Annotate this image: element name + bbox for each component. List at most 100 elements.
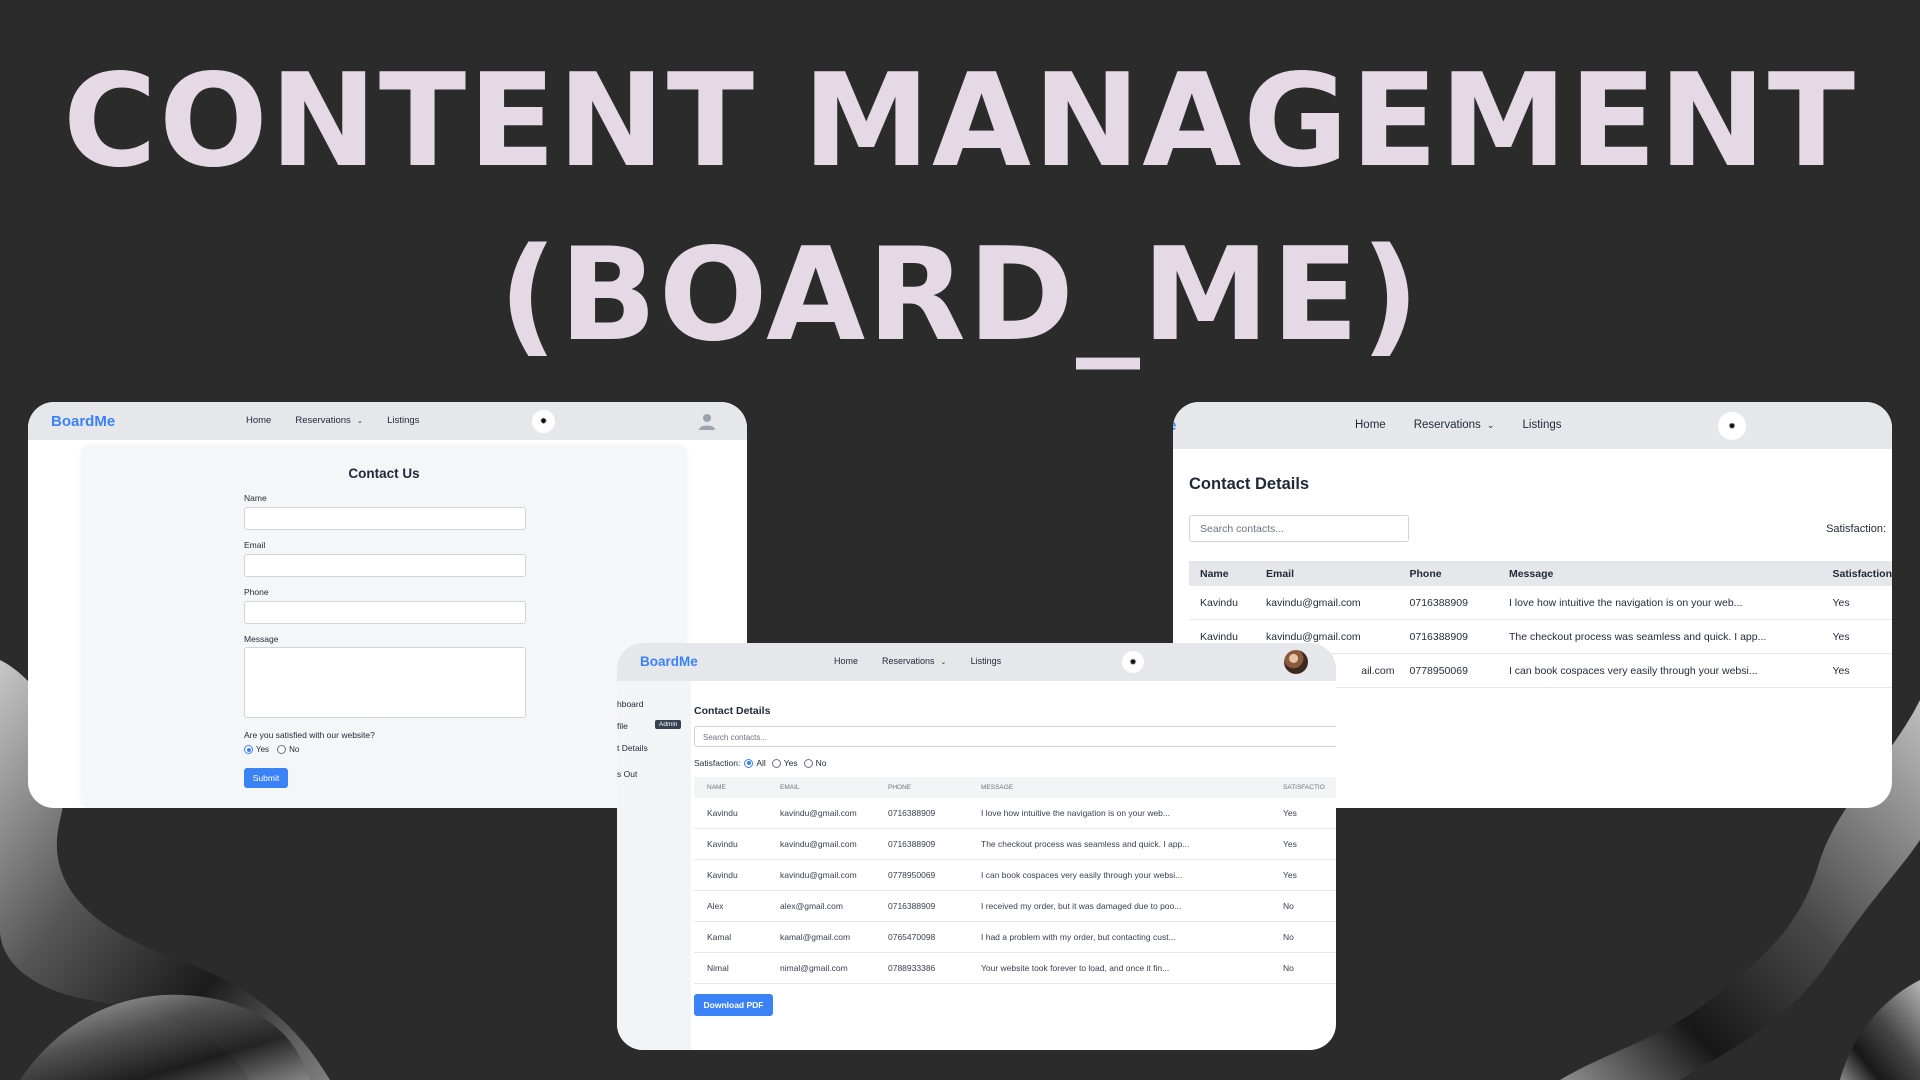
radio-no-label: No [289, 745, 300, 754]
search-input[interactable]: Search contacts... [1189, 515, 1409, 542]
radio-unchecked-icon [803, 758, 813, 768]
brand-logo[interactable]: BoardMe [640, 654, 698, 669]
nav-listings[interactable]: Listings [1523, 419, 1562, 431]
chevron-down-icon: ⌄ [1486, 420, 1495, 430]
filter-all[interactable]: All [744, 758, 766, 768]
nav-listings[interactable]: Listings [971, 656, 1002, 666]
user-icon[interactable] [698, 412, 716, 430]
submit-button[interactable]: Submit [244, 768, 288, 788]
cell-email: kamal@gmail.com [767, 921, 875, 953]
radio-checked-icon [244, 745, 253, 754]
filter-no[interactable]: No [803, 758, 827, 768]
cell-phone: 0716388909 [1398, 619, 1498, 654]
nav-reservations[interactable]: Reservations ⌄ [1414, 419, 1495, 431]
chevron-down-icon: ⌄ [356, 416, 364, 425]
nav-home[interactable]: Home [1355, 419, 1386, 431]
radio-no[interactable]: No [277, 745, 299, 754]
cell-message: I had a problem with my order, but conta… [968, 921, 1270, 953]
column-header: EMAIL [767, 777, 875, 798]
cell-satisfaction: Yes [1270, 828, 1336, 860]
nav-home[interactable]: Home [246, 415, 271, 426]
column-header: Phone [1398, 561, 1498, 586]
nav-listings[interactable]: Listings [387, 415, 419, 426]
column-header: SATISFACTIO [1270, 777, 1336, 798]
admin-badge: Admin [655, 720, 682, 729]
hero-title-line2: (BOARD_ME) [498, 221, 1422, 370]
column-header: NAME [694, 777, 767, 798]
brand-logo[interactable]: e [1173, 417, 1176, 434]
cell-message: I received my order, but it was damaged … [968, 890, 1270, 922]
column-header: Name [1189, 561, 1255, 586]
cell-name: Kavindu [694, 798, 767, 829]
message-label: Message [244, 634, 279, 644]
hero-title-line1: CONTENT MANAGEMENT [63, 47, 1857, 196]
satisfaction-question: Are you satisfied with our website? [244, 730, 375, 740]
table-row[interactable]: Kavindu kavindu@gmail.com 0716388909 I l… [1189, 586, 1892, 620]
table-row[interactable]: Alex alex@gmail.com 0716388909 I received m… [694, 890, 1336, 922]
radio-checked-icon [744, 758, 754, 768]
cell-satisfaction: Yes [1821, 586, 1892, 620]
sidebar-item-profile[interactable]: file [617, 721, 628, 731]
table-row[interactable]: Kamal kamal@gmail.com 0765470098 I had a pr… [694, 921, 1336, 953]
cell-satisfaction: Yes [1821, 653, 1892, 688]
cell-email: kavindu@gmail.com [1254, 586, 1399, 620]
theme-toggle-sun-icon[interactable]: ✹ [1122, 651, 1144, 673]
cell-phone: 0778950069 [875, 859, 968, 891]
phone-field[interactable] [244, 601, 526, 624]
email-field[interactable] [244, 554, 526, 577]
column-header: MESSAGE [968, 777, 1270, 798]
cell-phone: 0716388909 [1398, 586, 1498, 620]
cell-name: Kavindu [694, 828, 767, 860]
name-field[interactable] [244, 507, 526, 530]
filter-all-label: All [756, 758, 766, 768]
navbar: BoardMe Home Reservations ⌄ Listings ✹ [617, 643, 1336, 681]
chevron-down-icon: ⌄ [940, 657, 947, 666]
column-header: Satisfaction [1821, 561, 1892, 586]
nav-reservations-label: Reservations [1413, 419, 1481, 431]
nav-reservations[interactable]: Reservations ⌄ [295, 415, 363, 426]
cell-email: kavindu@gmail.com [767, 859, 875, 891]
download-pdf-button[interactable]: Download PDF [694, 994, 773, 1016]
sidebar-item-contact-details[interactable]: t Details [617, 743, 648, 753]
nav-reservations-label: Reservations [882, 656, 935, 666]
nav-links: Home Reservations ⌄ Listings [1355, 419, 1590, 431]
cell-phone: 0765470098 [875, 921, 968, 953]
radio-yes[interactable]: Yes [244, 745, 269, 754]
satisfaction-filter: Satisfaction: All Yes No [694, 758, 835, 768]
cell-message: I can book cospaces very easily through … [1497, 653, 1822, 688]
table-row[interactable]: Kavindu kavindu@gmail.com 0778950069 I can … [694, 859, 1336, 891]
table-row[interactable]: Kavindu kavindu@gmail.com 0716388909 The ch… [694, 828, 1336, 860]
page-title: Contact Details [1189, 475, 1310, 493]
sidebar-item-dashboard[interactable]: hboard [617, 699, 643, 709]
filter-yes-label: Yes [783, 758, 798, 768]
filter-yes[interactable]: Yes [771, 758, 798, 768]
cell-message: I love how intuitive the navigation is o… [1497, 586, 1822, 620]
nav-reservations[interactable]: Reservations ⌄ [882, 656, 947, 666]
message-field[interactable] [244, 647, 526, 718]
cell-phone: 0716388909 [875, 798, 968, 829]
nav-links: Home Reservations ⌄ Listings [246, 415, 443, 426]
cell-satisfaction: No [1270, 921, 1336, 953]
satisfaction-filter-label: Satisfaction: [694, 758, 741, 768]
cell-message: Your website took forever to load, and o… [968, 952, 1270, 984]
theme-toggle-sun-icon[interactable]: ✹ [532, 410, 555, 433]
contact-form-panel: Contact Us Name Email Phone Message Are … [82, 446, 686, 808]
cell-phone: 0788933386 [875, 952, 968, 984]
cell-phone: 0778950069 [1398, 653, 1498, 688]
radio-yes-label: Yes [256, 745, 270, 754]
brand-logo[interactable]: BoardMe [51, 413, 115, 430]
cell-message: I can book cospaces very easily through … [968, 859, 1270, 891]
phone-label: Phone [244, 587, 269, 597]
table-body: Kavindu kavindu@gmail.com 0716388909 I love… [694, 798, 1336, 984]
cell-email: kavindu@gmail.com [767, 828, 875, 860]
cell-satisfaction: Yes [1270, 798, 1336, 829]
avatar[interactable] [1284, 650, 1308, 674]
table-row[interactable]: Kavindu kavindu@gmail.com 0716388909 I love… [694, 798, 1336, 829]
search-input[interactable]: Search contacts... [694, 726, 1336, 747]
radio-unchecked-icon [277, 745, 287, 754]
theme-toggle-sun-icon[interactable]: ✹ [1718, 412, 1746, 440]
table-row[interactable]: Nimal nimal@gmail.com 0788933386 Your websi… [694, 952, 1336, 984]
sidebar-item-sign-out[interactable]: s Out [617, 769, 637, 779]
nav-home[interactable]: Home [834, 656, 858, 666]
sidebar: hboard file t Details s Out Admin [617, 681, 691, 1050]
